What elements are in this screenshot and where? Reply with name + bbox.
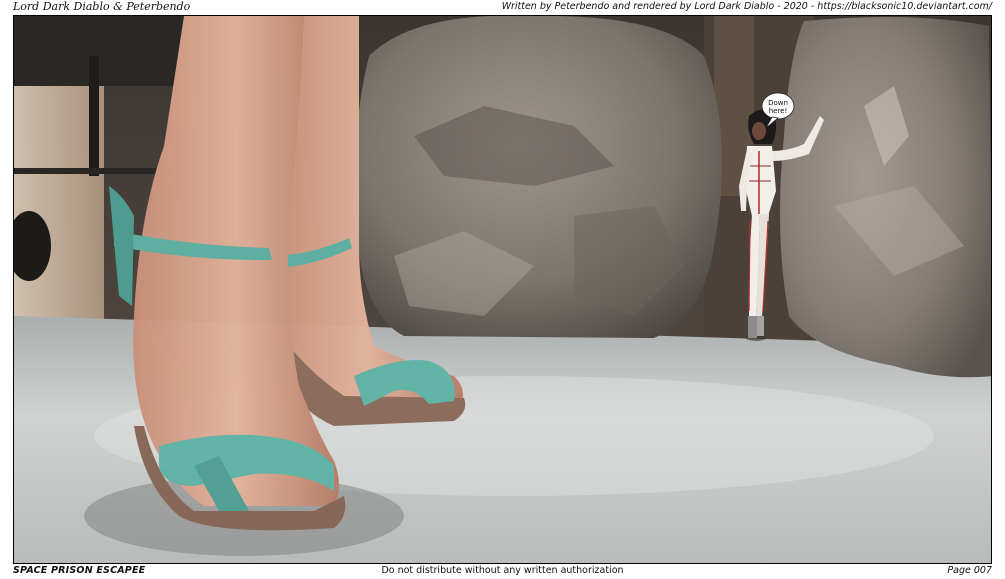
- author-credit: Lord Dark Diablo & Peterbendo: [13, 0, 191, 13]
- render-credit: Written by Peterbendo and rendered by Lo…: [501, 1, 992, 12]
- page-footer: SPACE PRISON ESCAPEE Do not distribute w…: [0, 564, 1005, 579]
- comic-panel: Down here!: [13, 15, 992, 564]
- distribution-notice: Do not distribute without any written au…: [381, 565, 624, 576]
- page-header: Lord Dark Diablo & Peterbendo Written by…: [0, 0, 1005, 15]
- page-number: Page 007: [947, 565, 992, 576]
- panel-illustration: Down here!: [14, 16, 991, 563]
- speech-bubble-line-2: here!: [769, 107, 788, 115]
- speech-bubble-line-1: Down: [768, 99, 788, 107]
